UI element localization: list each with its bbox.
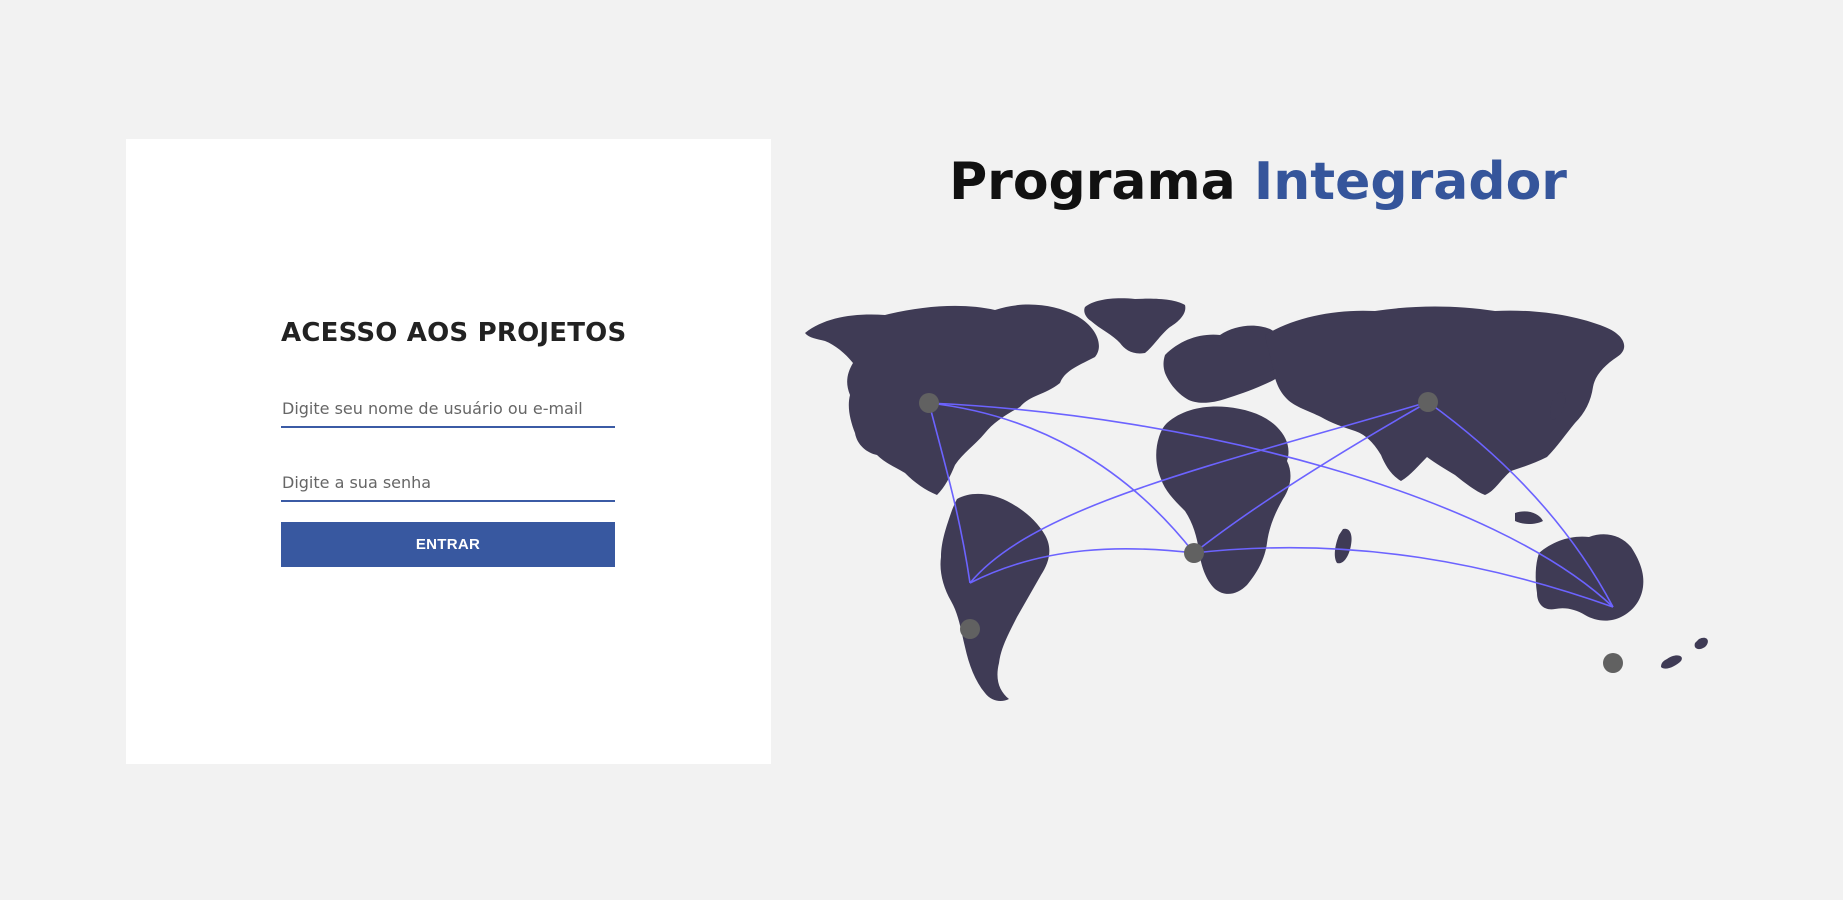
node-africa [1184,543,1204,563]
password-input[interactable] [281,473,615,502]
submit-button[interactable]: ENTRAR [281,522,615,567]
brand-title: Programa Integrador [770,152,1746,212]
node-asia [1418,392,1438,412]
login-heading: ACESSO AOS PROJETOS [281,318,627,348]
continent-greenland [1084,298,1186,354]
node-south-america [960,619,980,639]
node-australia [1603,653,1623,673]
continent-australia [1535,534,1644,621]
continent-south-america [940,493,1050,701]
login-form: ACESSO AOS PROJETOS ENTRAR [281,318,627,567]
continents [805,298,1708,701]
world-map-icon [805,298,1708,701]
brand-title-part1: Programa [949,152,1236,212]
node-north-america [919,393,939,413]
login-card: ACESSO AOS PROJETOS ENTRAR [126,139,771,764]
island-new-zealand-south [1661,655,1682,669]
continent-madagascar [1334,528,1352,564]
island-new-zealand [1694,637,1708,650]
continent-north-america [805,304,1099,495]
continent-africa [1156,406,1291,594]
brand-title-part2: Integrador [1253,152,1567,212]
username-input[interactable] [281,399,615,428]
island-indonesia [1515,511,1543,524]
